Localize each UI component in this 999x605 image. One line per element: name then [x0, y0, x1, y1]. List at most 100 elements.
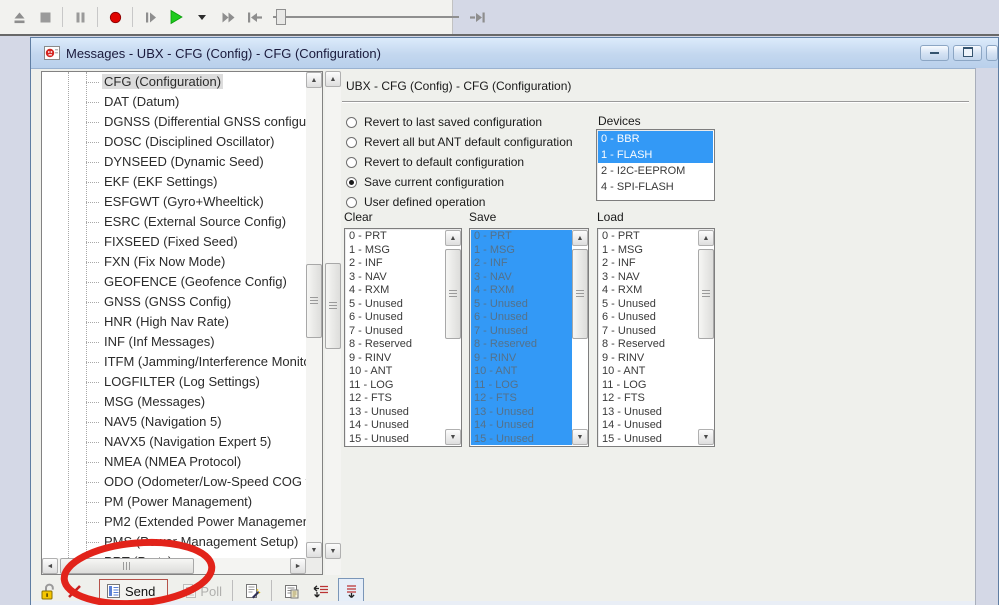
radio-option[interactable]: Revert all but ANT default configuration: [346, 132, 573, 152]
radio-option[interactable]: Revert to last saved configuration: [346, 112, 573, 132]
list-item[interactable]: 1 - MSG: [599, 244, 698, 258]
tree-item[interactable]: DAT (Datum): [42, 92, 306, 112]
list-item[interactable]: 0 - PRT: [471, 230, 572, 244]
list-item[interactable]: 3 - NAV: [346, 271, 445, 285]
list-item[interactable]: 1 - MSG: [346, 244, 445, 258]
list-item[interactable]: 11 - LOG: [471, 379, 572, 393]
list-item[interactable]: 12 - FTS: [346, 392, 445, 406]
tree-item[interactable]: NAVX5 (Navigation Expert 5): [42, 432, 306, 452]
list-item[interactable]: 14 - Unused: [471, 419, 572, 433]
list-item[interactable]: 7 - Unused: [471, 325, 572, 339]
list-item[interactable]: 12 - FTS: [471, 392, 572, 406]
scroll-thumb[interactable]: [306, 264, 322, 338]
list-item[interactable]: 13 - Unused: [471, 406, 572, 420]
tree-item[interactable]: HNR (High Nav Rate): [42, 312, 306, 332]
scroll-down-button[interactable]: ▼: [572, 429, 588, 445]
load-listbox[interactable]: 0 - PRT1 - MSG2 - INF3 - NAV4 - RXM5 - U…: [597, 228, 715, 447]
list-item[interactable]: 2 - INF: [599, 257, 698, 271]
scroll-thumb[interactable]: [445, 249, 461, 339]
dropdown-icon[interactable]: [190, 5, 214, 29]
scroll-down-button[interactable]: ▼: [325, 543, 341, 559]
list-item[interactable]: 10 - ANT: [346, 365, 445, 379]
list-item[interactable]: 11 - LOG: [346, 379, 445, 393]
list-item[interactable]: 6 - Unused: [346, 311, 445, 325]
scroll-up-button[interactable]: ▲: [325, 71, 341, 87]
list-item[interactable]: 15 - Unused: [599, 433, 698, 446]
tree-item[interactable]: ITFM (Jamming/Interference Monito: [42, 352, 306, 372]
list-item[interactable]: 7 - Unused: [599, 325, 698, 339]
list-item[interactable]: 0 - BBR: [598, 131, 713, 147]
list-scrollbar[interactable]: ▲ ▼: [445, 229, 461, 446]
minimize-button[interactable]: [920, 45, 949, 61]
form-vertical-scrollbar[interactable]: ▲ ▼: [325, 71, 341, 575]
list-item[interactable]: 7 - Unused: [346, 325, 445, 339]
list-item[interactable]: 0 - PRT: [346, 230, 445, 244]
stop-icon[interactable]: [33, 5, 57, 29]
tree-item[interactable]: MSG (Messages): [42, 392, 306, 412]
eject-icon[interactable]: [7, 5, 31, 29]
list-item[interactable]: 14 - Unused: [599, 419, 698, 433]
list-item[interactable]: 9 - RINV: [346, 352, 445, 366]
scroll-up-button[interactable]: ▲: [306, 72, 322, 88]
scroll-thumb[interactable]: [698, 249, 714, 339]
list-item[interactable]: 6 - Unused: [471, 311, 572, 325]
list-item[interactable]: 1 - FLASH: [598, 147, 713, 163]
list-item[interactable]: 5 - Unused: [346, 298, 445, 312]
skip-to-start-icon[interactable]: [242, 5, 266, 29]
list-item[interactable]: 10 - ANT: [471, 365, 572, 379]
radio-option[interactable]: User defined operation: [346, 192, 573, 212]
list-scrollbar[interactable]: ▲ ▼: [572, 229, 588, 446]
fast-forward-icon[interactable]: [216, 5, 240, 29]
list-item[interactable]: 4 - SPI-FLASH: [598, 179, 713, 195]
step-forward-icon[interactable]: [138, 5, 162, 29]
tree-item[interactable]: DGNSS (Differential GNSS configura: [42, 112, 306, 132]
scroll-up-button[interactable]: ▲: [445, 230, 461, 246]
tree-item[interactable]: FIXSEED (Fixed Seed): [42, 232, 306, 252]
list-scrollbar[interactable]: ▲ ▼: [698, 229, 714, 446]
list-item[interactable]: 4 - RXM: [471, 284, 572, 298]
list-item[interactable]: 2 - I2C-EEPROM: [598, 163, 713, 179]
scroll-thumb[interactable]: [325, 263, 341, 349]
list-item[interactable]: 10 - ANT: [599, 365, 698, 379]
tree-item[interactable]: ODO (Odometer/Low-Speed COG f: [42, 472, 306, 492]
save-listbox[interactable]: 0 - PRT1 - MSG2 - INF3 - NAV4 - RXM5 - U…: [469, 228, 589, 447]
tree-item[interactable]: NAV5 (Navigation 5): [42, 412, 306, 432]
tree-item[interactable]: INF (Inf Messages): [42, 332, 306, 352]
skip-to-end-icon[interactable]: [466, 5, 490, 29]
tree-item[interactable]: PM (Power Management): [42, 492, 306, 512]
list-item[interactable]: 12 - FTS: [599, 392, 698, 406]
list-item[interactable]: 9 - RINV: [599, 352, 698, 366]
restore-button[interactable]: [953, 45, 982, 61]
tree-item[interactable]: GNSS (GNSS Config): [42, 292, 306, 312]
tree-vertical-scrollbar[interactable]: ▲ ▼: [306, 72, 322, 558]
scroll-left-button[interactable]: ◄: [42, 558, 58, 574]
tree-item[interactable]: CFG (Configuration): [42, 72, 306, 92]
tree-item[interactable]: PMS (Power Management Setup): [42, 532, 306, 552]
scroll-thumb[interactable]: [572, 249, 588, 339]
devices-listbox[interactable]: 0 - BBR1 - FLASH2 - I2C-EEPROM4 - SPI-FL…: [596, 129, 715, 201]
radio-option[interactable]: Revert to default configuration: [346, 152, 573, 172]
list-item[interactable]: 13 - Unused: [599, 406, 698, 420]
list-item[interactable]: 6 - Unused: [599, 311, 698, 325]
tree-item[interactable]: DYNSEED (Dynamic Seed): [42, 152, 306, 172]
tree-item[interactable]: LOGFILTER (Log Settings): [42, 372, 306, 392]
tree-horizontal-scrollbar[interactable]: ◄ ►: [42, 558, 306, 574]
list-item[interactable]: 4 - RXM: [346, 284, 445, 298]
radio-option[interactable]: Save current configuration: [346, 172, 573, 192]
list-item[interactable]: 5 - Unused: [599, 298, 698, 312]
list-item[interactable]: 2 - INF: [346, 257, 445, 271]
scroll-down-button[interactable]: ▼: [698, 429, 714, 445]
tree-item[interactable]: ESFGWT (Gyro+Wheeltick): [42, 192, 306, 212]
list-item[interactable]: 1 - MSG: [471, 244, 572, 258]
poll-button[interactable]: Poll: [176, 579, 228, 603]
window-titlebar[interactable]: Messages - UBX - CFG (Config) - CFG (Con…: [31, 38, 998, 69]
play-icon[interactable]: [164, 5, 188, 29]
list-item[interactable]: 5 - Unused: [471, 298, 572, 312]
list-item[interactable]: 3 - NAV: [471, 271, 572, 285]
tree-item[interactable]: NMEA (NMEA Protocol): [42, 452, 306, 472]
clear-listbox[interactable]: 0 - PRT1 - MSG2 - INF3 - NAV4 - RXM5 - U…: [344, 228, 462, 447]
tree-item[interactable]: DOSC (Disciplined Oscillator): [42, 132, 306, 152]
list-item[interactable]: 0 - PRT: [599, 230, 698, 244]
scroll-up-button[interactable]: ▲: [698, 230, 714, 246]
list-item[interactable]: 8 - Reserved: [471, 338, 572, 352]
